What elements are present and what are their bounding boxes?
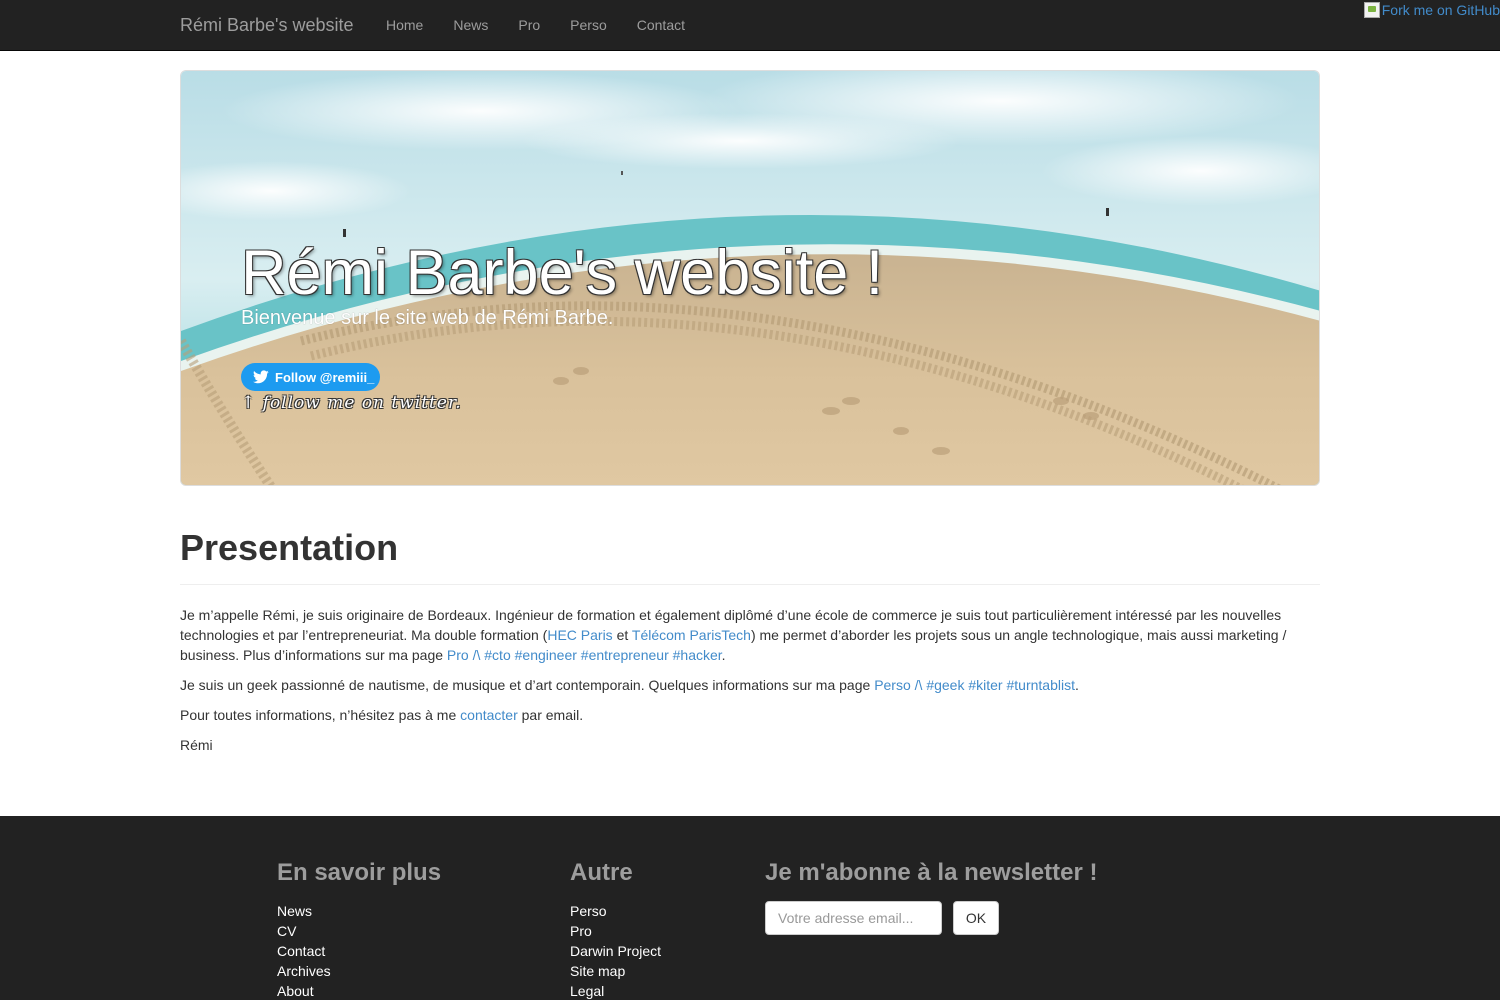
presentation-section: Presentation Je m’appelle Rémi, je suis …: [180, 526, 1320, 755]
twitter-follow-button[interactable]: Follow @remiii_: [241, 363, 380, 391]
presentation-paragraph-2: Je suis un geek passionné de nautisme, d…: [180, 675, 1320, 695]
hero-jumbotron: Rémi Barbe's website ! Bienvenue sur le …: [180, 70, 1320, 486]
twitter-follow-label: Follow @remiii_: [275, 369, 375, 385]
footer-link-legal[interactable]: Legal: [570, 983, 604, 999]
footer-heading-other: Autre: [570, 859, 633, 886]
p1-text-4: .: [721, 647, 726, 663]
follow-note: ↑ follow me on twitter.: [241, 393, 462, 413]
footer-heading-learn-more: En savoir plus: [277, 859, 442, 886]
presentation-heading: Presentation: [180, 527, 399, 568]
footer-link-cv[interactable]: CV: [277, 923, 296, 939]
p2-text-2: .: [1074, 677, 1079, 693]
footer-link-archives[interactable]: Archives: [277, 963, 331, 979]
fork-github-ribbon[interactable]: Fork me on GitHub: [1363, 0, 1500, 18]
nav-item-pro[interactable]: Pro: [503, 0, 555, 50]
pro-page-link[interactable]: Pro /\ #cto #engineer #entrepreneur #hac…: [447, 647, 722, 663]
footer-link-news[interactable]: News: [277, 903, 312, 919]
hero-subtitle: Bienvenue sur le site web de Rémi Barbe.: [241, 307, 614, 329]
footer-col-other: Autre Perso Pro Darwin Project Site map …: [570, 858, 661, 1000]
footer-newsletter: Je m'abonne à la newsletter ! OK: [765, 858, 1097, 935]
nav-item-home[interactable]: Home: [371, 0, 438, 50]
navbar-menu: Home News Pro Perso Contact: [371, 0, 700, 50]
broken-image-icon: [1363, 2, 1380, 18]
footer-link-contact[interactable]: Contact: [277, 943, 325, 959]
newsletter-heading: Je m'abonne à la newsletter !: [765, 859, 1098, 886]
footer-link-perso[interactable]: Perso: [570, 903, 607, 919]
nav-item-news[interactable]: News: [438, 0, 503, 50]
twitter-bird-icon: [253, 370, 269, 384]
nav-item-contact[interactable]: Contact: [622, 0, 700, 50]
newsletter-email-input[interactable]: [765, 901, 942, 935]
p2-text-1: Je suis un geek passionné de nautisme, d…: [180, 677, 875, 693]
perso-page-link[interactable]: Perso /\ #geek #kiter #turntablist: [874, 677, 1075, 693]
footer-link-site-map[interactable]: Site map: [570, 963, 625, 979]
footer-link-pro[interactable]: Pro: [570, 923, 592, 939]
navbar-brand[interactable]: Rémi Barbe's website: [180, 15, 354, 36]
footer-link-about[interactable]: About: [277, 983, 314, 999]
presentation-divider: [180, 584, 1320, 585]
hero-title: Rémi Barbe's website !: [241, 238, 884, 308]
top-navbar: Rémi Barbe's website Home News Pro Perso…: [0, 0, 1500, 51]
newsletter-form: OK: [765, 901, 1097, 935]
fork-github-alt-text: Fork me on GitHub: [1381, 2, 1500, 18]
contact-link[interactable]: contacter: [460, 707, 518, 723]
signature: Rémi: [180, 737, 213, 753]
hec-paris-link[interactable]: HEC Paris: [547, 627, 612, 643]
footer-link-darwin-project[interactable]: Darwin Project: [570, 943, 661, 959]
presentation-paragraph-1: Je m’appelle Rémi, je suis originaire de…: [180, 605, 1320, 665]
presentation-paragraph-3: Pour toutes informations, n’hésitez pas …: [180, 705, 1320, 725]
p3-text-2: par email.: [517, 707, 584, 723]
footer-col-learn-more: En savoir plus News CV Contact Archives …: [277, 858, 441, 1000]
telecom-paristech-link[interactable]: Télécom ParisTech: [632, 627, 751, 643]
newsletter-submit-button[interactable]: OK: [953, 901, 999, 935]
p1-text-2: et: [612, 627, 632, 643]
p3-text-1: Pour toutes informations, n’hésitez pas …: [180, 707, 461, 723]
nav-item-perso[interactable]: Perso: [555, 0, 622, 50]
site-footer: En savoir plus News CV Contact Archives …: [0, 816, 1500, 1000]
